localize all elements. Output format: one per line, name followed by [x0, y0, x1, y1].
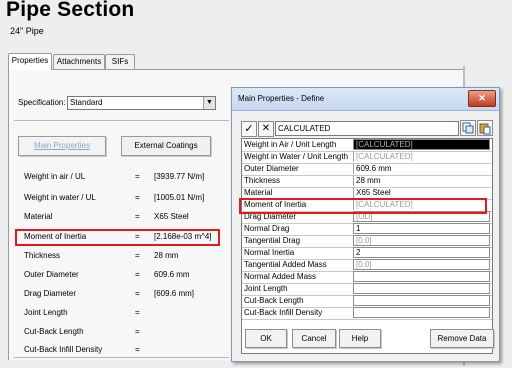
grid-label: Tangential Added Mass: [244, 260, 327, 269]
property-label: Cut-Back Length: [24, 327, 84, 336]
specification-value: Standard: [70, 98, 103, 107]
grid-value[interactable]: [0.0]: [353, 235, 490, 246]
tab-sifs[interactable]: SIFs: [105, 54, 135, 69]
property-value: 28 mm: [154, 251, 179, 260]
property-label: Weight in water / UL: [24, 193, 96, 202]
cancel-x-icon[interactable]: ✕: [258, 121, 274, 137]
property-label: Material: [24, 212, 53, 221]
equals-sign: =: [135, 172, 140, 181]
equals-sign: =: [135, 270, 140, 279]
grid-label: Tangential Drag: [244, 236, 301, 245]
copy-icon[interactable]: [460, 120, 476, 136]
grid-label: Thickness: [244, 176, 281, 185]
grid-label: Outer Diameter: [244, 164, 299, 173]
grid-value[interactable]: X65 Steel: [353, 187, 492, 198]
equals-sign: =: [135, 345, 140, 354]
property-label: Weight in air / UL: [24, 172, 86, 181]
grid-value[interactable]: 1: [353, 223, 490, 234]
equals-sign: =: [135, 327, 140, 336]
grid-label: Normal Drag: [244, 224, 290, 233]
grid-value[interactable]: [353, 271, 490, 282]
property-value: 609.6 mm: [154, 270, 190, 279]
help-button[interactable]: Help: [339, 329, 381, 348]
grid-value[interactable]: [CALCULATED]: [353, 139, 490, 150]
grid-row[interactable]: Cut-Back Infill Density: [242, 307, 492, 320]
grid-label: Weight in Air / Unit Length: [244, 140, 337, 149]
tab-properties[interactable]: Properties: [8, 53, 52, 70]
equals-sign: =: [135, 251, 140, 260]
grid-label: Joint Length: [244, 284, 288, 293]
property-value: [1005.01 N/m]: [154, 193, 205, 202]
specification-select[interactable]: Standard ▼: [67, 96, 216, 110]
grid-value[interactable]: [353, 283, 490, 294]
grid-value[interactable]: [CALCULATED]: [353, 151, 492, 162]
close-icon[interactable]: ✕: [468, 90, 496, 107]
equals-sign: =: [135, 308, 140, 317]
grid-value[interactable]: [0.0]: [353, 259, 490, 270]
equals-sign: =: [135, 212, 140, 221]
grid-label: Normal Added Mass: [244, 272, 317, 281]
divider: [14, 357, 229, 358]
grid-value[interactable]: 609.6 mm: [353, 163, 492, 174]
page-title: Pipe Section: [6, 0, 135, 21]
dialog-titlebar[interactable]: Main Properties - Define ✕: [232, 88, 499, 111]
property-value: [3939.77 N/m]: [154, 172, 205, 181]
grid-label: Normal Inertia: [244, 248, 295, 257]
value-input[interactable]: CALCULATED: [275, 121, 459, 136]
confirm-check-icon[interactable]: ✓: [241, 121, 257, 137]
highlight-box: [239, 198, 487, 214]
property-label: Drag Diameter: [24, 289, 77, 298]
paste-icon[interactable]: [477, 120, 493, 136]
grid-label: Weight in Water / Unit Length: [244, 152, 349, 161]
equals-sign: =: [135, 289, 140, 298]
dialog-title: Main Properties - Define: [238, 94, 325, 103]
property-value: [609.6 mm]: [154, 289, 195, 298]
divider: [14, 120, 229, 121]
grid-value[interactable]: [353, 307, 490, 318]
highlight-box: [15, 229, 220, 246]
grid-label: Material: [244, 188, 273, 197]
main-properties-button[interactable]: Main Properties: [18, 136, 106, 156]
cancel-button[interactable]: Cancel: [292, 329, 336, 348]
grid-label: Cut-Back Length: [244, 296, 304, 305]
chevron-down-icon[interactable]: ▼: [203, 97, 215, 109]
grid-value[interactable]: 28 mm: [353, 175, 492, 186]
ok-button[interactable]: OK: [245, 329, 287, 348]
page-subtitle: 24" Pipe: [10, 26, 44, 36]
main-properties-dialog: Main Properties - Define ✕ ✓ ✕ CALCULATE…: [231, 87, 500, 362]
property-label: Outer Diameter: [24, 270, 79, 279]
specification-label: Specification:: [18, 98, 66, 107]
property-label: Joint Length: [24, 308, 68, 317]
property-value: X65 Steel: [154, 212, 189, 221]
property-label: Cut-Back Infill Density: [24, 345, 103, 354]
equals-sign: =: [135, 193, 140, 202]
grid-value[interactable]: [353, 295, 490, 306]
grid-label: Cut-Back Infill Density: [244, 308, 323, 317]
external-coatings-button[interactable]: External Coatings: [121, 136, 211, 156]
grid-value[interactable]: 2: [353, 247, 490, 258]
properties-grid: Weight in Air / Unit Length [CALCULATED] …: [241, 138, 493, 354]
tab-attachments[interactable]: Attachments: [53, 54, 105, 69]
property-label: Thickness: [24, 251, 61, 260]
remove-data-button[interactable]: Remove Data: [430, 329, 494, 348]
